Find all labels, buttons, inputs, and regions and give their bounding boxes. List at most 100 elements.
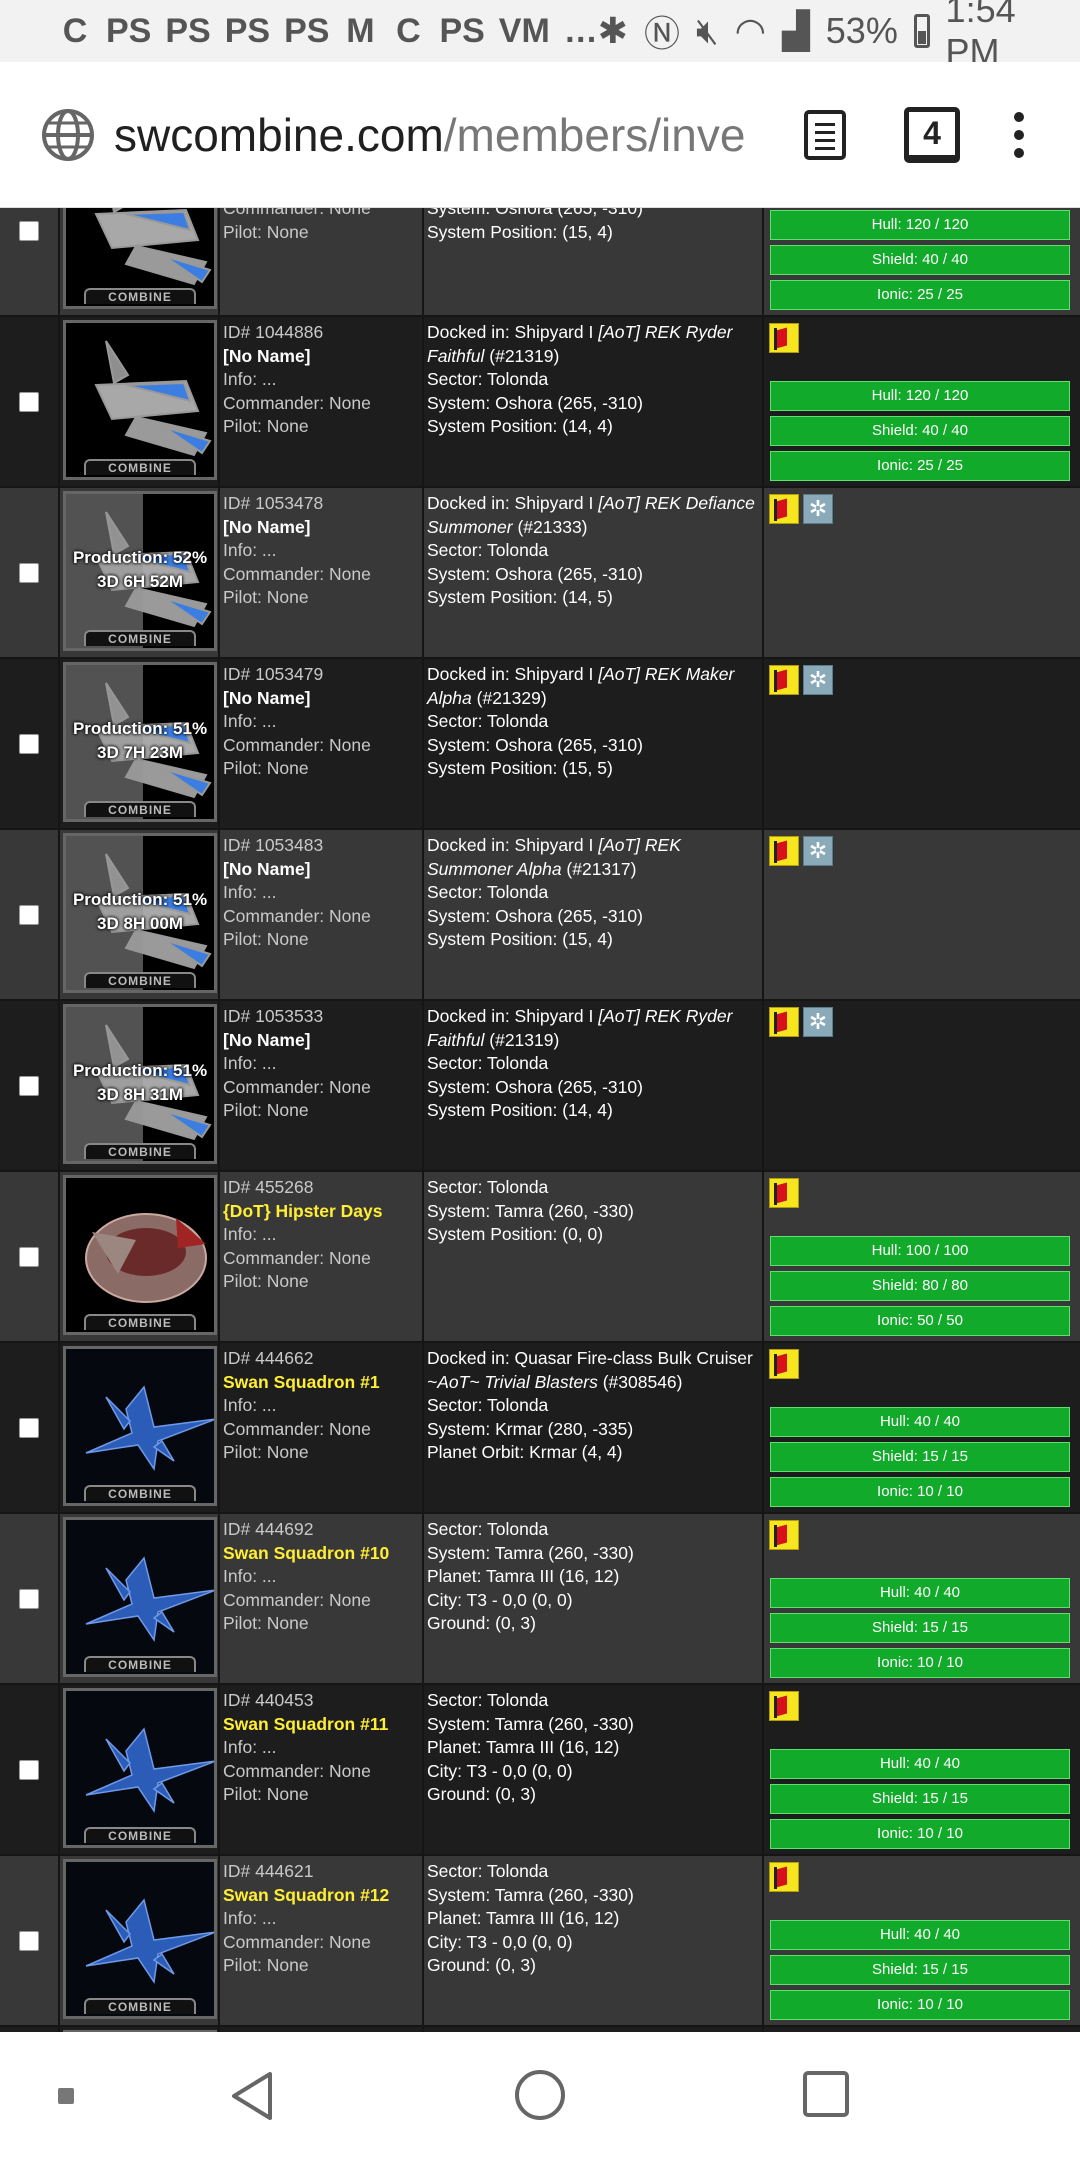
select-checkbox[interactable] <box>19 1930 39 1951</box>
entity-commander: Commander: None <box>223 563 371 584</box>
ship-image[interactable]: COMBINE <box>63 208 217 309</box>
production-gear-icon[interactable]: ✲ <box>803 665 833 695</box>
entity-name[interactable]: [No Name] <box>223 345 419 369</box>
entity-name[interactable]: [No Name] <box>223 516 419 540</box>
select-cell <box>0 1172 60 1341</box>
notification-icon: VM <box>498 11 550 50</box>
stat-bar: Ionic: 50 / 50 <box>770 1306 1070 1336</box>
ship-image[interactable]: COMBINE <box>63 1346 217 1506</box>
faction-flag-icon[interactable] <box>769 1349 799 1379</box>
production-gear-icon[interactable]: ✲ <box>803 1007 833 1037</box>
select-checkbox[interactable] <box>19 220 39 241</box>
entity-info-cell: ID# 440453 Swan Squadron #11 Info: ... Comm… <box>220 1685 424 1854</box>
location-line-4: City: T3 - 0,0 (0, 0) <box>427 1589 573 1610</box>
select-checkbox[interactable] <box>19 1246 39 1267</box>
production-gear-icon[interactable]: ✲ <box>803 836 833 866</box>
entity-info-link[interactable]: Info: ... <box>223 1052 419 1076</box>
faction-flag-icon[interactable] <box>769 323 799 353</box>
select-cell <box>0 1856 60 2025</box>
entity-name[interactable]: [No Name] <box>223 687 419 711</box>
table-row: COMBINE ID# 444662 Swan Squadron #1 Info: .… <box>0 1343 1080 1514</box>
entity-info-cell: ID# 1053478 [No Name] Info: ... Commander: … <box>220 488 424 657</box>
home-button[interactable] <box>515 2070 565 2120</box>
stat-bar: Ionic: 10 / 10 <box>770 1477 1070 1507</box>
status-cell: Hull: 120 / 120 Shield: 40 / 40 Ionic: 25 … <box>764 317 1080 486</box>
ship-image[interactable]: Production: 51% 3D 7H 23M COMBINE <box>63 662 217 822</box>
entity-name[interactable]: Swan Squadron #11 <box>223 1713 419 1737</box>
select-checkbox[interactable] <box>19 904 39 925</box>
back-button[interactable] <box>226 2068 282 2124</box>
entity-name[interactable]: Swan Squadron #10 <box>223 1542 419 1566</box>
location-suffix: (#21329) <box>471 687 547 708</box>
location-line-2: System: Tamra (260, -330) <box>427 1884 634 1905</box>
ship-image-cell: COMBINE <box>60 1343 220 1512</box>
entity-info-link[interactable]: Info: ... <box>223 1907 419 1931</box>
globe-icon[interactable] <box>40 107 96 163</box>
notification-icon: PS <box>106 11 152 50</box>
select-checkbox[interactable] <box>19 562 39 583</box>
location-suffix: (#21317) <box>561 858 637 879</box>
battery-icon <box>913 14 930 48</box>
faction-flag-icon[interactable] <box>769 494 799 524</box>
entity-info-cell: [No Name]Info: ...Commander: NonePilot: … <box>220 208 424 315</box>
faction-flag-icon[interactable] <box>769 665 799 695</box>
location-line-1: Sector: Tolonda <box>427 1518 759 1542</box>
notification-icon: PS <box>224 11 271 50</box>
entity-info-link[interactable]: Info: ... <box>223 1565 419 1589</box>
entity-name[interactable]: {DoT} Hipster Days <box>223 1200 419 1224</box>
select-checkbox[interactable] <box>19 391 39 412</box>
ship-image[interactable]: COMBINE <box>63 320 217 480</box>
entity-info-link[interactable]: Info: ... <box>223 539 419 563</box>
status-icons <box>769 1860 1075 1894</box>
entity-name[interactable]: Swan Squadron #12 <box>223 1884 419 1908</box>
combine-logo: COMBINE <box>84 630 196 646</box>
stat-bar: Hull: 40 / 40 <box>770 1920 1070 1950</box>
entity-info-link[interactable]: Info: ... <box>223 710 419 734</box>
entity-name[interactable]: Swan Squadron #1 <box>223 1371 419 1395</box>
location-line-4: System Position: (14, 4) <box>427 416 613 436</box>
tab-switcher-button[interactable]: 4 <box>904 106 960 163</box>
select-checkbox[interactable] <box>19 1588 39 1609</box>
production-gear-icon[interactable]: ✲ <box>803 494 833 524</box>
faction-flag-icon[interactable] <box>769 1862 799 1892</box>
select-checkbox[interactable] <box>19 1075 39 1096</box>
entity-id: ID# 1053479 <box>223 664 324 684</box>
entity-name[interactable]: [No Name] <box>223 1029 419 1053</box>
location-line-2: Sector: Tolonda <box>427 369 549 389</box>
entity-info-link[interactable]: Info: ... <box>223 881 419 905</box>
overflow-menu-button[interactable] <box>1012 111 1026 158</box>
ship-image[interactable]: COMBINE <box>63 1517 217 1677</box>
recent-apps-button[interactable] <box>803 2071 849 2117</box>
select-checkbox[interactable] <box>19 733 39 754</box>
select-checkbox[interactable] <box>19 1759 39 1780</box>
ship-image[interactable]: Production: 51% 3D 8H 00M COMBINE <box>63 833 217 993</box>
docked-ship-link[interactable]: ~AoT~ Trivial Blasters <box>427 1372 598 1392</box>
table-row: Production: 51% 3D 8H 31M COMBINE ID# 10535… <box>0 1001 1080 1172</box>
ship-image[interactable]: COMBINE <box>63 1688 217 1848</box>
ship-image[interactable]: Production: 52% 3D 6H 52M COMBINE <box>63 491 217 651</box>
ship-image[interactable]: COMBINE <box>63 1859 217 2019</box>
entity-info-link[interactable]: Info: ... <box>223 1736 419 1760</box>
faction-flag-icon[interactable] <box>769 1178 799 1208</box>
entity-info-link[interactable]: Info: ... <box>223 1223 419 1247</box>
faction-flag-icon[interactable] <box>769 1007 799 1037</box>
entity-info-link[interactable]: Info: ... <box>223 1394 419 1418</box>
faction-flag-icon[interactable] <box>769 836 799 866</box>
address-bar[interactable]: swcombine.com/members/inve <box>114 108 784 162</box>
location-line-5: Ground: (0, 3) <box>427 1784 536 1804</box>
faction-flag-icon[interactable] <box>769 1520 799 1550</box>
ship-image[interactable]: Production: 51% 3D 8H 31M COMBINE <box>63 1004 217 1164</box>
entity-name[interactable]: [No Name] <box>223 858 419 882</box>
inventory-list[interactable]: COMBINE[No Name]Info: ...Commander: None… <box>0 208 1080 2032</box>
reader-mode-button[interactable] <box>804 109 846 160</box>
select-cell <box>0 830 60 999</box>
entity-pilot: Pilot: None <box>223 1955 309 1975</box>
table-row: Production: 51% 3D 8H 00M COMBINE ID# 10534… <box>0 830 1080 1001</box>
entity-info-link[interactable]: Info: ... <box>223 368 419 392</box>
table-row: COMBINE ID# 1044886 [No Name] Info: ... Comm… <box>0 317 1080 488</box>
ship-image[interactable]: COMBINE <box>63 1175 217 1335</box>
faction-flag-icon[interactable] <box>769 1691 799 1721</box>
select-checkbox[interactable] <box>19 1417 39 1438</box>
status-bars: Hull: 100 / 100 Shield: 80 / 80 Ionic: 50 … <box>770 1231 1070 1336</box>
ship-image-cell: Production: 51% 3D 8H 31M COMBINE <box>60 1001 220 1170</box>
